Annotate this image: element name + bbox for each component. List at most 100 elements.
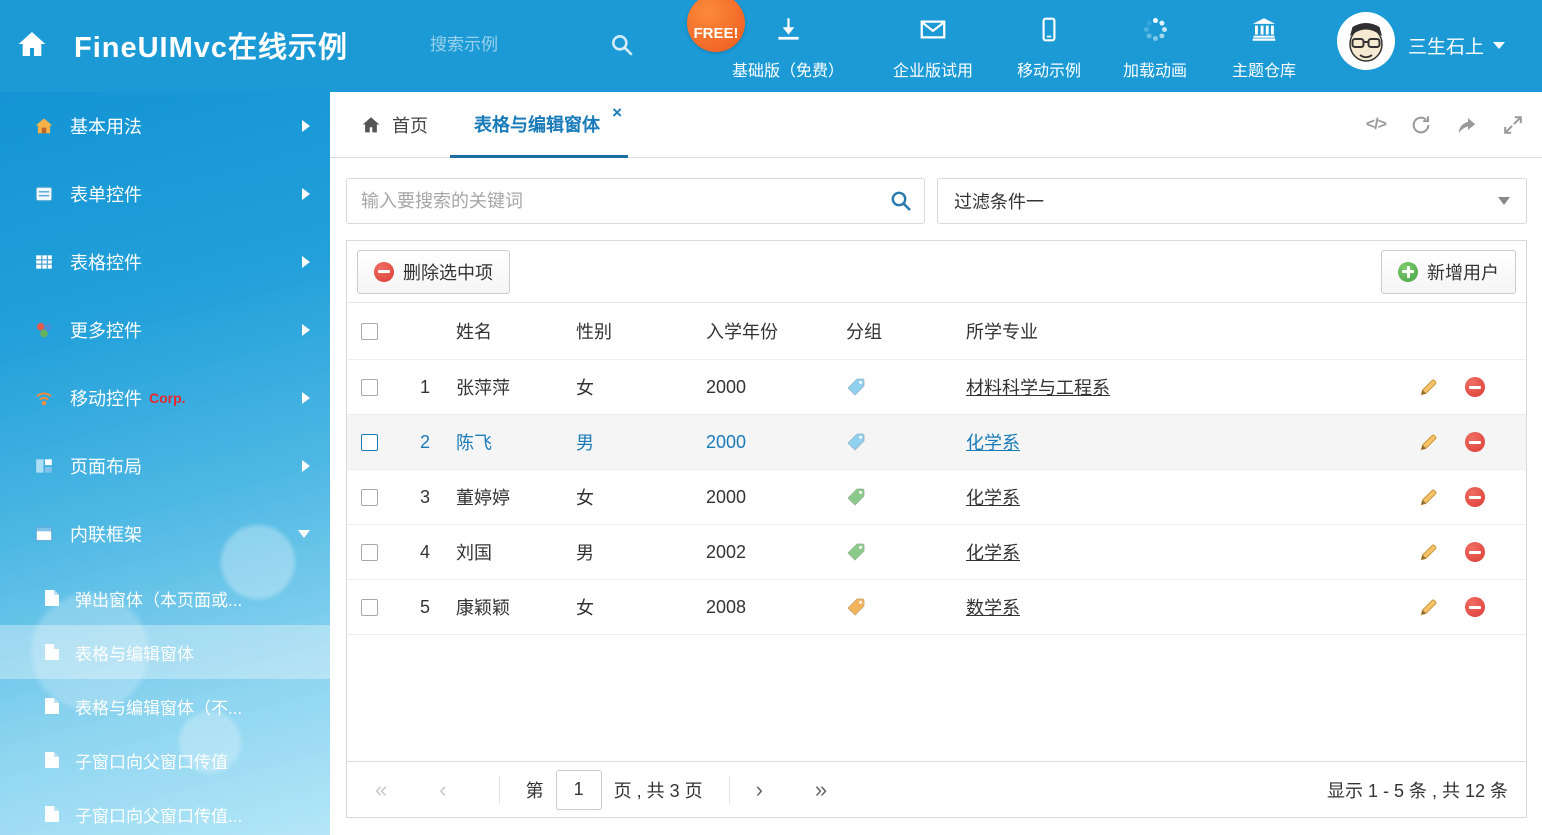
edit-pencil-icon[interactable] xyxy=(1418,377,1439,398)
chevron-down-icon xyxy=(1493,42,1505,49)
sidebar-item-inline-frame[interactable]: 内联框架 xyxy=(0,500,330,568)
delete-row-icon[interactable] xyxy=(1465,432,1485,452)
sidebar-item-label: 内联框架 xyxy=(70,521,142,547)
delete-row-icon[interactable] xyxy=(1465,377,1485,397)
user-menu[interactable]: 三生石上 xyxy=(1408,32,1505,59)
header-search-input[interactable] xyxy=(430,28,600,62)
close-icon[interactable]: × xyxy=(612,104,622,121)
cell-year: 2000 xyxy=(706,487,846,508)
delete-row-icon[interactable] xyxy=(1465,597,1485,617)
sidebar-item-basic-usage[interactable]: 基本用法 xyxy=(0,92,330,160)
cell-name: 陈飞 xyxy=(442,429,576,455)
sidebar-item-grid-controls[interactable]: 表格控件 xyxy=(0,228,330,296)
tag-icon xyxy=(846,377,866,397)
pagination-bar: « ‹ 第 页 , 共 3 页 › » 显示 1 - 5 条 , 共 12 条 xyxy=(347,761,1526,817)
filter-dropdown[interactable]: 过滤条件一 xyxy=(937,178,1527,224)
file-icon xyxy=(44,697,60,715)
select-all-checkbox[interactable] xyxy=(361,323,378,340)
refresh-icon[interactable] xyxy=(1410,114,1432,136)
tab-home[interactable]: 首页 xyxy=(360,92,428,158)
nav-theme-store[interactable]: 主题仓库 xyxy=(1232,16,1296,81)
col-name: 姓名 xyxy=(442,318,576,344)
bank-icon xyxy=(1250,16,1278,48)
sidebar-item-mobile-controls[interactable]: 移动控件 Corp. xyxy=(0,364,330,432)
chevron-down-icon xyxy=(298,530,310,538)
delete-row-icon[interactable] xyxy=(1465,487,1485,507)
search-icon[interactable] xyxy=(889,189,913,218)
frame-icon xyxy=(34,524,54,544)
nav-mobile-demo[interactable]: 移动示例 xyxy=(1017,16,1081,81)
delete-row-icon[interactable] xyxy=(1465,542,1485,562)
prev-page-icon[interactable]: ‹ xyxy=(439,779,446,801)
grid-panel: 删除选中项 新增用户 姓名 性别 入学年份 分组 所学专业 1 张萍萍 女 20… xyxy=(346,240,1527,818)
nav-enterprise-trial[interactable]: 企业版试用 xyxy=(893,16,973,81)
user-avatar[interactable] xyxy=(1337,12,1395,70)
file-icon xyxy=(44,589,60,607)
tab-label: 首页 xyxy=(392,112,428,138)
major-link[interactable]: 数学系 xyxy=(966,598,1020,618)
table-row[interactable]: 4 刘国 男 2002 化学系 xyxy=(347,525,1526,580)
nav-basic-edition[interactable]: 基础版（免费） xyxy=(732,16,844,81)
chevron-right-icon xyxy=(302,120,310,132)
row-checkbox[interactable] xyxy=(361,379,378,396)
sidebar-subitem-popup-window[interactable]: 弹出窗体（本页面或... xyxy=(0,571,330,625)
source-code-icon[interactable]: </> xyxy=(1366,116,1386,134)
sidebar-item-more-controls[interactable]: 更多控件 xyxy=(0,296,330,364)
cell-gender: 男 xyxy=(576,539,706,565)
page-number-input[interactable] xyxy=(556,770,602,810)
user-name: 三生石上 xyxy=(1408,32,1484,59)
next-page-icon[interactable]: › xyxy=(756,779,763,801)
row-checkbox[interactable] xyxy=(361,489,378,506)
major-link[interactable]: 化学系 xyxy=(966,543,1020,563)
cell-name: 张萍萍 xyxy=(442,374,576,400)
edit-pencil-icon[interactable] xyxy=(1418,597,1439,618)
first-page-icon[interactable]: « xyxy=(375,779,387,801)
tab-label: 表格与编辑窗体 xyxy=(474,111,600,137)
sidebar-subitem-grid-edit-window-2[interactable]: 表格与编辑窗体（不... xyxy=(0,679,330,733)
edit-pencil-icon[interactable] xyxy=(1418,542,1439,563)
row-checkbox[interactable] xyxy=(361,599,378,616)
edit-pencil-icon[interactable] xyxy=(1418,487,1439,508)
record-summary: 显示 1 - 5 条 , 共 12 条 xyxy=(1327,777,1508,803)
row-index: 3 xyxy=(401,487,442,508)
sidebar-subitem-child-to-parent-2[interactable]: 子窗口向父窗口传值... xyxy=(0,787,330,835)
add-user-button[interactable]: 新增用户 xyxy=(1381,250,1516,294)
expand-icon[interactable] xyxy=(1502,114,1524,136)
sidebar-item-page-layout[interactable]: 页面布局 xyxy=(0,432,330,500)
table-row[interactable]: 3 董婷婷 女 2000 化学系 xyxy=(347,470,1526,525)
sidebar-subitem-grid-edit-window[interactable]: 表格与编辑窗体 xyxy=(0,625,330,679)
major-link[interactable]: 材料科学与工程系 xyxy=(966,378,1110,398)
sidebar-item-form-controls[interactable]: 表单控件 xyxy=(0,160,330,228)
search-icon[interactable] xyxy=(609,32,635,63)
cell-name: 董婷婷 xyxy=(442,484,576,510)
row-checkbox[interactable] xyxy=(361,434,378,451)
open-in-new-icon[interactable] xyxy=(1456,114,1478,136)
major-link[interactable]: 化学系 xyxy=(966,433,1020,453)
main-content: 首页 表格与编辑窗体 × </> 过滤条件一 xyxy=(330,92,1542,835)
tag-icon xyxy=(846,432,866,452)
row-checkbox[interactable] xyxy=(361,544,378,561)
page-label-suffix: 页 , 共 3 页 xyxy=(614,777,703,803)
wireless-icon xyxy=(34,388,54,408)
tab-grid-edit-window[interactable]: 表格与编辑窗体 × xyxy=(450,92,628,158)
nav-label: 加载动画 xyxy=(1123,57,1187,81)
sidebar-subitem-child-to-parent[interactable]: 子窗口向父窗口传值 xyxy=(0,733,330,787)
chevron-right-icon xyxy=(302,392,310,404)
corp-badge: Corp. xyxy=(149,390,186,406)
table-row[interactable]: 5 康颖颖 女 2008 数学系 xyxy=(347,580,1526,635)
table-row[interactable]: 2 陈飞 男 2000 化学系 xyxy=(347,415,1526,470)
tag-icon xyxy=(846,597,866,617)
major-link[interactable]: 化学系 xyxy=(966,488,1020,508)
delete-selected-button[interactable]: 删除选中项 xyxy=(357,250,510,294)
edit-pencil-icon[interactable] xyxy=(1418,432,1439,453)
nav-label: 主题仓库 xyxy=(1232,57,1296,81)
nav-label: 移动示例 xyxy=(1017,57,1081,81)
last-page-icon[interactable]: » xyxy=(815,779,827,801)
table-row[interactable]: 1 张萍萍 女 2000 材料科学与工程系 xyxy=(347,360,1526,415)
mobile-icon xyxy=(1036,16,1062,48)
keyword-search-input[interactable] xyxy=(346,178,925,224)
app-home-icon[interactable] xyxy=(16,28,48,65)
nav-loading-animation[interactable]: 加载动画 xyxy=(1123,16,1187,81)
app-title: FineUIMvc在线示例 xyxy=(74,24,348,66)
layout-icon xyxy=(34,456,54,476)
